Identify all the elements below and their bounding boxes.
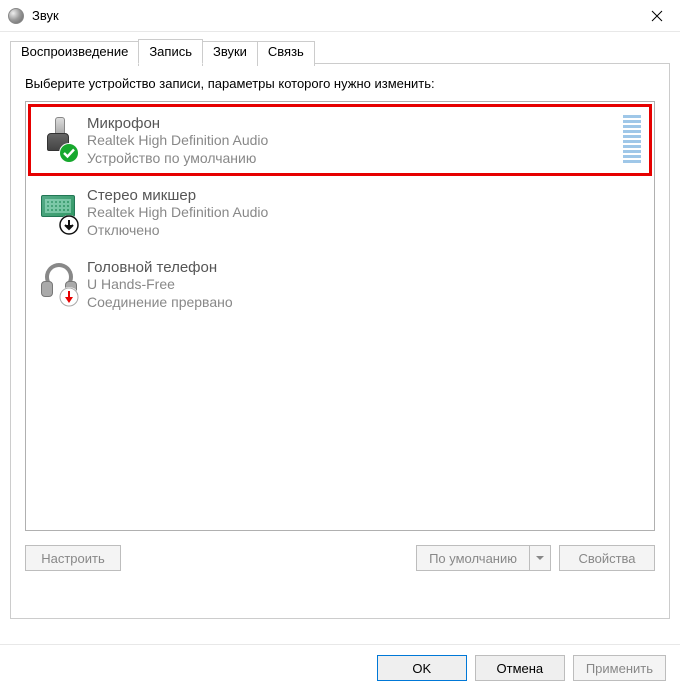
device-driver: Realtek High Definition Audio [87,204,641,222]
device-driver: Realtek High Definition Audio [87,132,613,150]
close-icon [651,10,663,22]
device-name: Микрофон [87,115,613,132]
mixer-icon [37,185,77,233]
close-button[interactable] [634,0,680,32]
device-item-stereo-mixer[interactable]: Стерео микшер Realtek High Definition Au… [28,176,652,248]
tab-communications[interactable]: Связь [257,41,315,66]
set-default-dropdown[interactable] [529,545,551,571]
cancel-button[interactable]: Отмена [475,655,565,681]
device-item-microphone[interactable]: Микрофон Realtek High Definition Audio У… [28,104,652,176]
device-driver: U Hands-Free [87,276,641,294]
microphone-icon [37,113,77,161]
configure-button[interactable]: Настроить [25,545,121,571]
device-name: Стерео микшер [87,187,641,204]
set-default-split-button[interactable]: По умолчанию [416,545,551,571]
chevron-down-icon [536,554,544,562]
window-title: Звук [32,8,634,23]
device-name: Головной телефон [87,259,641,276]
tab-playback[interactable]: Воспроизведение [10,41,139,66]
tab-sounds[interactable]: Звуки [202,41,258,66]
dialog-button-row: OK Отмена Применить [0,644,680,691]
ok-button[interactable]: OK [377,655,467,681]
instruction-text: Выберите устройство записи, параметры ко… [25,76,655,91]
title-bar: Звук [0,0,680,32]
apply-button[interactable]: Применить [573,655,666,681]
properties-button[interactable]: Свойства [559,545,655,571]
tab-recording[interactable]: Запись [138,39,203,64]
tab-strip: Воспроизведение Запись Звуки Связь [10,39,670,64]
tab-panel-recording: Выберите устройство записи, параметры ко… [10,63,670,619]
sound-app-icon [8,8,24,24]
device-status: Соединение прервано [87,294,641,312]
device-status: Устройство по умолчанию [87,150,613,168]
default-check-icon [59,143,79,163]
device-item-headset[interactable]: Головной телефон U Hands-Free Соединение… [28,248,652,320]
set-default-button[interactable]: По умолчанию [416,545,529,571]
disabled-icon [59,215,79,235]
device-status: Отключено [87,222,641,240]
device-list[interactable]: Микрофон Realtek High Definition Audio У… [25,101,655,531]
headset-icon [37,257,77,305]
input-level-meter [623,113,641,163]
disconnected-icon [59,287,79,307]
panel-button-row: Настроить По умолчанию Свойства [25,545,655,571]
